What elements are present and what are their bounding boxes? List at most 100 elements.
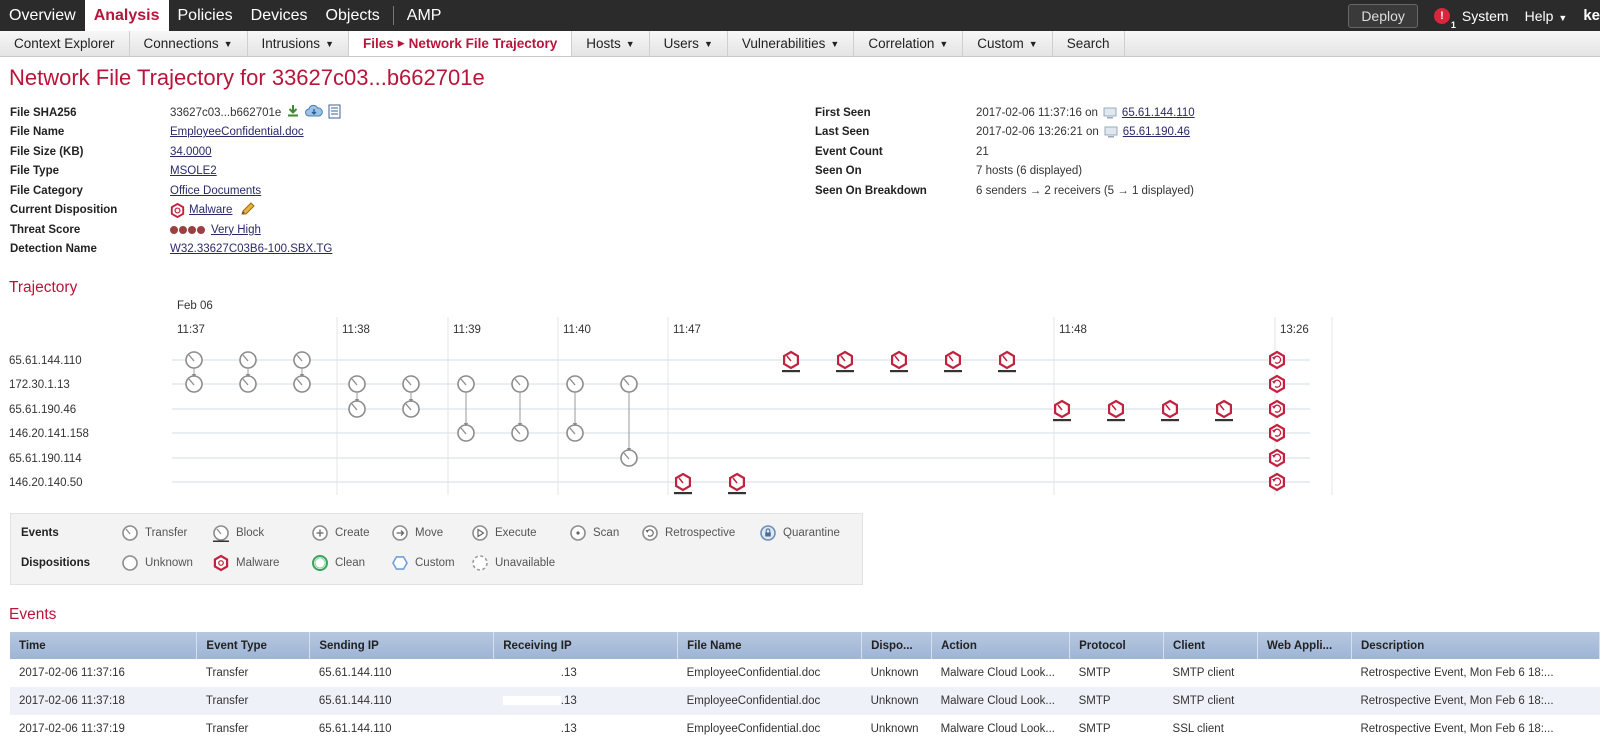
column-header-protocol[interactable]: Protocol [1069, 632, 1165, 659]
nav-right: Deploy ! 1 System Help ▼ ke [1348, 0, 1600, 31]
host-label: 65.61.144.110 [9, 355, 82, 367]
table-row[interactable]: 2017-02-06 11:37:16 Transfer 65.61.144.110… [10, 659, 1600, 687]
trajectory-legend: Events Transfer Block Create Move Execute Scan… [10, 513, 863, 585]
subnav-item-hosts[interactable]: Hosts ▼ [572, 31, 650, 56]
file-type-link[interactable]: MSOLE2 [170, 165, 217, 177]
download-icon[interactable] [286, 104, 300, 121]
column-header-action[interactable]: Action [931, 632, 1071, 659]
table-cell: SMTP [1078, 723, 1111, 735]
first-seen-host-link[interactable]: 65.61.144.110 [1122, 107, 1195, 119]
column-header-sending-ip[interactable]: Sending IP [309, 632, 495, 659]
report-icon[interactable] [328, 104, 341, 122]
alert-icon[interactable]: ! 1 [1433, 7, 1456, 30]
table-cell: 2017-02-06 11:37:16 [19, 667, 125, 679]
seen-on-label: Seen On [815, 165, 862, 178]
malware-event-node[interactable] [1268, 374, 1286, 394]
nav-analysis[interactable]: Analysis [84, 0, 169, 31]
legend-item-scan: Scan [569, 524, 619, 542]
file-category-link[interactable]: Office Documents [170, 185, 261, 197]
malware-event-node[interactable] [1268, 423, 1286, 443]
column-header-client[interactable]: Client [1163, 632, 1259, 659]
unknown-transfer-node[interactable] [348, 375, 366, 393]
table-row[interactable]: 2017-02-06 11:37:18 Transfer 65.61.144.110… [10, 687, 1600, 715]
subnav-item-custom[interactable]: Custom ▼ [963, 31, 1053, 56]
file-size-link[interactable]: 34.0000 [170, 146, 212, 158]
unknown-transfer-node[interactable] [402, 375, 420, 393]
table-row[interactable]: 2017-02-06 11:37:19 Transfer 65.61.144.110… [10, 715, 1600, 743]
cloud-icon[interactable] [305, 104, 324, 121]
threat-score-link[interactable]: Very High [211, 224, 261, 236]
column-header-time[interactable]: Time [10, 632, 198, 659]
malware-event-node[interactable] [1268, 399, 1286, 419]
subnav-item-context-explorer[interactable]: Context Explorer [0, 31, 130, 56]
nav-objects[interactable]: Objects [317, 0, 389, 31]
unknown-transfer-node[interactable] [620, 449, 638, 467]
subnav-item-search[interactable]: Search [1053, 31, 1125, 56]
host-label: 172.30.1.13 [9, 379, 70, 391]
transfer-icon [122, 525, 138, 541]
table-cell: Malware Cloud Look... [940, 667, 1055, 679]
nav-overview[interactable]: Overview [0, 0, 85, 31]
legend-item-custom: Custom [391, 554, 455, 572]
unknown-transfer-node[interactable] [239, 351, 257, 369]
detection-name-link[interactable]: W32.33627C03B6-100.SBX.TG [170, 243, 332, 255]
malware-event-node[interactable] [1268, 472, 1286, 492]
unknown-transfer-node[interactable] [348, 400, 366, 418]
unknown-transfer-node[interactable] [457, 424, 475, 442]
table-cell: Retrospective Event, Mon Feb 6 18:... [1351, 687, 1600, 715]
subnav-item-correlation[interactable]: Correlation ▼ [854, 31, 964, 56]
time-label: 11:48 [1059, 324, 1087, 336]
unknown-transfer-node[interactable] [185, 375, 203, 393]
file-name-link[interactable]: EmployeeConfidential.doc [170, 126, 304, 138]
malware-event-node[interactable] [1268, 350, 1286, 370]
column-header-web-appli-[interactable]: Web Appli... [1257, 632, 1352, 659]
block-underline [1053, 419, 1071, 422]
column-header-receiving-ip[interactable]: Receiving IP [493, 632, 679, 659]
deploy-button[interactable]: Deploy [1348, 3, 1418, 28]
unknown-transfer-node[interactable] [457, 375, 475, 393]
unknown-transfer-node[interactable] [511, 375, 529, 393]
last-seen-host-link[interactable]: 65.61.190.46 [1123, 126, 1190, 138]
table-cell: Transfer [196, 687, 310, 715]
table-cell: 2017-02-06 11:37:19 [19, 723, 125, 735]
unknown-transfer-node[interactable] [402, 400, 420, 418]
malware-event-node[interactable] [1268, 448, 1286, 468]
help-menu[interactable]: Help ▼ [1525, 8, 1568, 24]
system-menu[interactable]: System [1462, 8, 1509, 24]
column-header-dispo-[interactable]: Dispo... [861, 632, 933, 659]
unknown-transfer-node[interactable] [185, 351, 203, 369]
nav-devices[interactable]: Devices [242, 0, 317, 31]
pencil-icon[interactable] [240, 202, 256, 219]
table-cell: Transfer [205, 667, 249, 679]
table-cell: SMTP [1078, 667, 1111, 679]
table-cell: EmployeeConfidential.doc [686, 723, 821, 735]
column-header-event-type[interactable]: Event Type [196, 632, 311, 659]
legend-item-unknown: Unknown [121, 554, 193, 572]
nav-amp[interactable]: AMP [398, 0, 451, 31]
unknown-transfer-node[interactable] [293, 375, 311, 393]
chevron-down-icon: ▼ [830, 38, 840, 49]
legend-label: Unknown [145, 557, 193, 569]
unknown-transfer-node[interactable] [566, 375, 584, 393]
sha-value: 33627c03...b662701e [170, 106, 282, 119]
table-cell: Malware Cloud Look... [931, 687, 1070, 715]
table-cell: Retrospective Event, Mon Feb 6 18:... [1360, 667, 1554, 679]
unknown-transfer-node[interactable] [293, 351, 311, 369]
column-header-description[interactable]: Description [1351, 632, 1600, 659]
disposition-link[interactable]: Malware [189, 204, 232, 216]
column-header-file-name[interactable]: File Name [677, 632, 863, 659]
subnav-item-vulnerabilities[interactable]: Vulnerabilities ▼ [728, 31, 855, 56]
user-menu[interactable]: ke [1583, 7, 1600, 24]
subnav-label: Custom [977, 36, 1024, 51]
subnav-item-connections[interactable]: Connections ▼ [130, 31, 248, 56]
subnav-item-users[interactable]: Users ▼ [650, 31, 728, 56]
subnav-item-intrusions[interactable]: Intrusions ▼ [248, 31, 349, 56]
unknown-transfer-node[interactable] [239, 375, 257, 393]
subnav-item-files[interactable]: Files ▶ Network File Trajectory [348, 31, 573, 56]
unknown-transfer-node[interactable] [511, 424, 529, 442]
nav-policies[interactable]: Policies [169, 0, 242, 31]
unknown-transfer-node[interactable] [620, 375, 638, 393]
unknown-transfer-node[interactable] [566, 424, 584, 442]
subnav-label: Intrusions [261, 36, 321, 51]
table-cell: SMTP client [1172, 667, 1235, 679]
